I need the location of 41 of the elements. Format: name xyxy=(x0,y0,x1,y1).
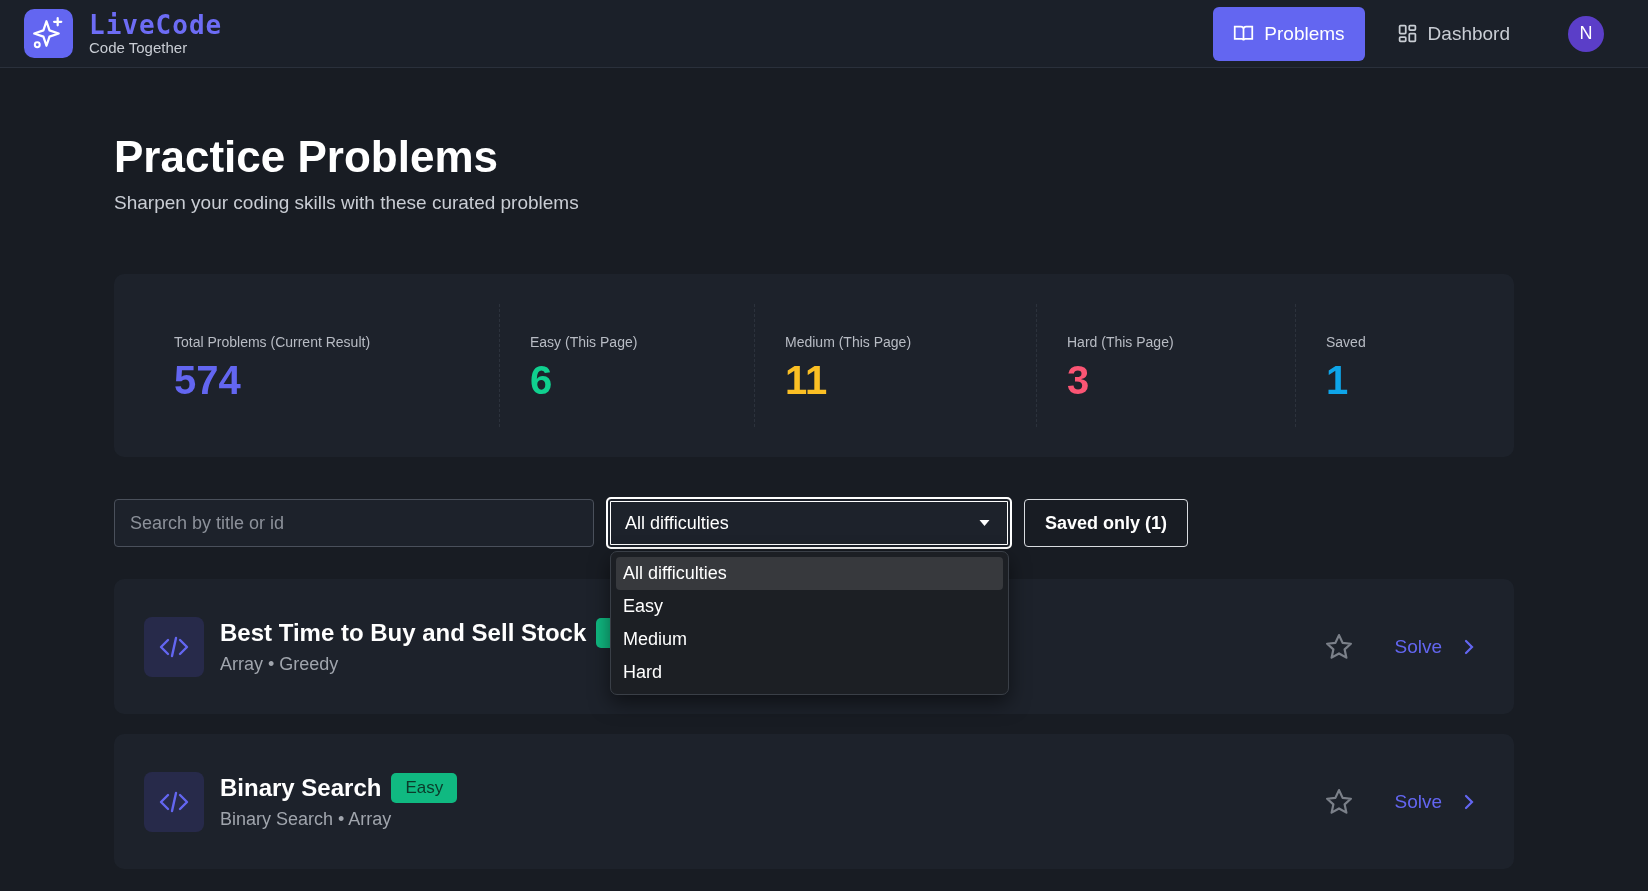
star-icon[interactable] xyxy=(1324,786,1355,817)
dropdown-option[interactable]: Medium xyxy=(616,623,1003,656)
stat-value: 11 xyxy=(785,358,829,403)
stat-label: Saved xyxy=(1326,334,1367,350)
stat-label: Medium (This Page) xyxy=(785,334,913,350)
chevron-right-icon[interactable] xyxy=(1464,638,1474,655)
star-icon[interactable] xyxy=(1324,631,1355,662)
search-field[interactable]: Search by title or id xyxy=(114,499,594,547)
grid-icon xyxy=(1396,23,1418,44)
dropdown-option[interactable]: Easy xyxy=(616,590,1003,623)
stat-value: 6 xyxy=(530,358,554,403)
problem-tags: Array • Greedy xyxy=(220,654,339,675)
dropdown-option[interactable]: All difficulties xyxy=(616,557,1003,590)
problem-tags: Binary Search • Array xyxy=(220,809,392,830)
stat-label: Total Problems (Current Result) xyxy=(174,334,372,350)
stat-value: 574 xyxy=(174,358,242,403)
solve-link[interactable]: Solve xyxy=(1394,790,1442,813)
caret-icon xyxy=(979,520,990,526)
problem-title[interactable]: Best Time to Buy and Sell Stock xyxy=(220,619,587,647)
brand-name: LiveCode xyxy=(89,11,223,39)
chevron-right-icon[interactable] xyxy=(1464,793,1474,810)
code-icon xyxy=(144,616,204,677)
stat-value: 3 xyxy=(1067,358,1091,403)
user-avatar[interactable]: N xyxy=(1568,15,1604,52)
book-icon xyxy=(1233,23,1255,44)
code-icon xyxy=(144,771,204,832)
brand-tagline: Code Together xyxy=(89,39,189,56)
problem-title[interactable]: Binary Search xyxy=(220,774,382,802)
dropdown-option[interactable]: Hard xyxy=(616,656,1003,689)
stat-label: Hard (This Page) xyxy=(1067,334,1175,350)
solve-link[interactable]: Solve xyxy=(1394,635,1442,658)
difficulty-badge: Easy xyxy=(391,773,458,803)
difficulty-select[interactable]: All difficulties xyxy=(606,497,1012,549)
stat-label: Easy (This Page) xyxy=(530,334,639,350)
page-title: Practice Problems xyxy=(114,131,499,183)
page-subtitle: Sharpen your coding skills with these curated problems xyxy=(114,192,580,214)
saved-only-button[interactable]: Saved only (1) xyxy=(1024,499,1189,547)
stat-value: 1 xyxy=(1326,358,1350,403)
nav-tab[interactable]: Problems xyxy=(1213,6,1365,61)
nav-tab[interactable]: Dashbord xyxy=(1376,6,1530,61)
sparkle-logo-icon xyxy=(24,9,73,58)
